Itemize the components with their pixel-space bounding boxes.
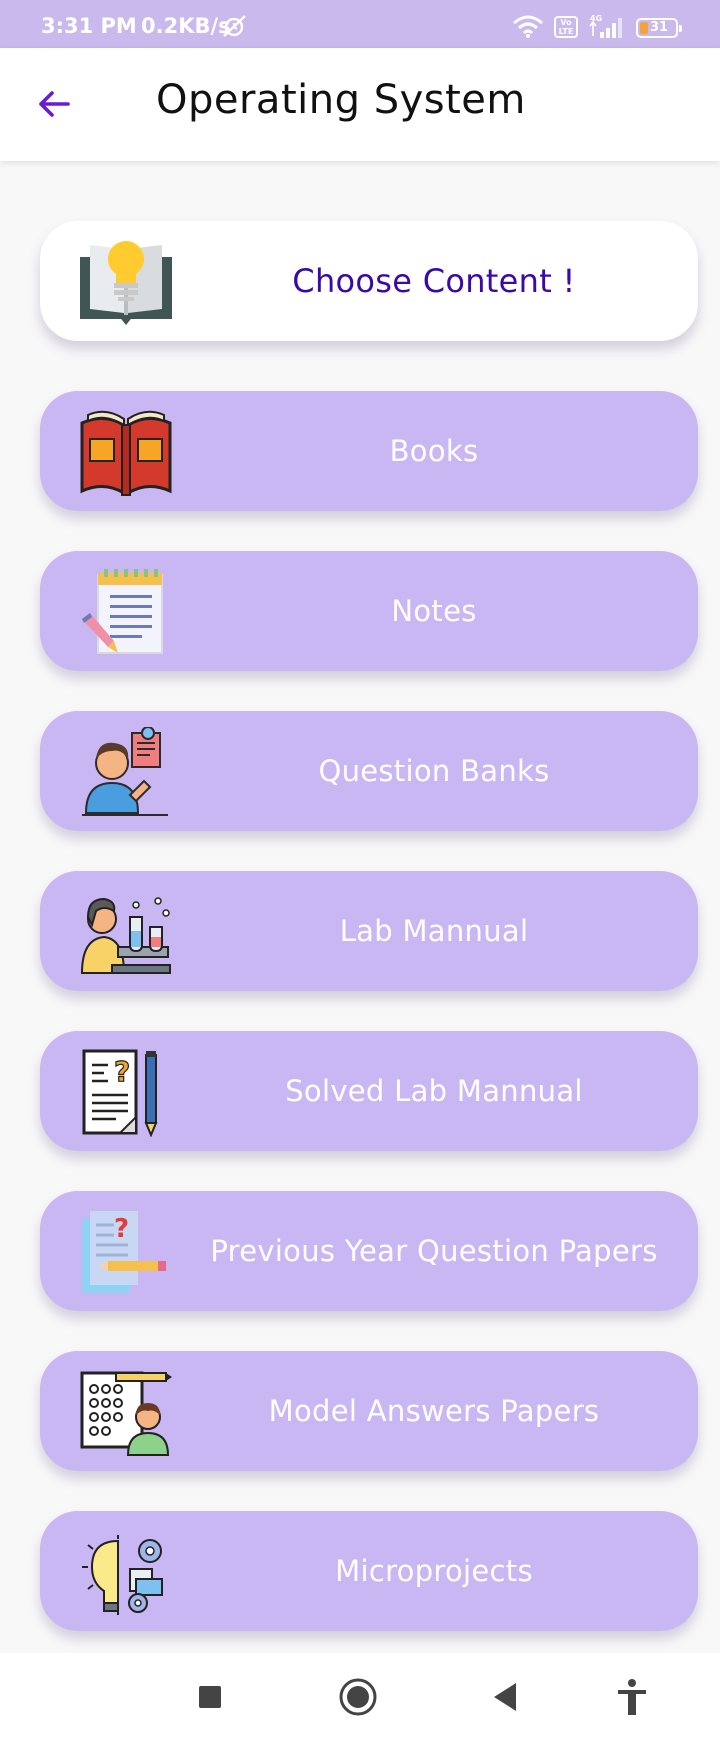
choose-content-card: Choose Content ! — [40, 221, 698, 341]
question-banks-label: Question Banks — [318, 754, 550, 788]
screen: 3:31 PM 0.2KB/s Vo LTE 4G 31 Operating S… — [0, 0, 720, 1741]
lab-scientist-icon — [80, 897, 171, 974]
system-nav-bar — [0, 1653, 720, 1741]
solved-lab-icon: ? — [82, 1049, 158, 1137]
microprojects-icon — [82, 1535, 163, 1615]
solved-lab-mannual-button[interactable]: ? Solved Lab Mannual — [40, 1031, 698, 1151]
wifi-icon — [513, 15, 543, 38]
back-triangle-icon[interactable] — [484, 1675, 528, 1719]
accessibility-icon[interactable] — [610, 1675, 654, 1719]
previous-year-question-papers-button[interactable]: ? Previous Year Question Papers — [40, 1191, 698, 1311]
microprojects-button[interactable]: Microprojects — [40, 1511, 698, 1631]
question-paper-icon: ? — [82, 1211, 166, 1293]
lab-mannual-button[interactable]: Lab Mannual — [40, 871, 698, 991]
svg-text:?: ? — [114, 1214, 129, 1244]
content-list: Choose Content ! Books Notes Question Ba… — [0, 161, 720, 1653]
status-bar: 3:31 PM 0.2KB/s Vo LTE 4G 31 — [0, 0, 720, 48]
lightbulb-book-icon — [80, 241, 172, 325]
recents-icon[interactable] — [188, 1675, 232, 1719]
microprojects-label: Microprojects — [335, 1554, 533, 1588]
app-bar: Operating System — [0, 48, 720, 161]
notes-button[interactable]: Notes — [40, 551, 698, 671]
notes-label: Notes — [391, 594, 477, 628]
model-answers-icon — [80, 1371, 172, 1456]
status-time: 3:31 PM — [41, 14, 137, 38]
lab-mannual-label: Lab Mannual — [339, 914, 529, 948]
battery-percent: 31 — [650, 20, 669, 35]
notepad-icon — [82, 569, 163, 654]
books-icon — [80, 410, 172, 496]
battery-icon: 31 — [636, 18, 682, 38]
model-answers-papers-button[interactable]: Model Answers Papers — [40, 1351, 698, 1471]
page-title: Operating System — [156, 77, 526, 123]
question-bank-icon — [82, 727, 168, 816]
battery-tip — [679, 25, 682, 32]
model-answers-papers-label: Model Answers Papers — [268, 1394, 600, 1428]
solved-lab-mannual-label: Solved Lab Mannual — [285, 1074, 583, 1108]
books-button[interactable]: Books — [40, 391, 698, 511]
home-icon[interactable] — [336, 1675, 380, 1719]
question-banks-button[interactable]: Question Banks — [40, 711, 698, 831]
previous-year-question-papers-label: Previous Year Question Papers — [210, 1234, 658, 1268]
svg-text:?: ? — [114, 1055, 130, 1088]
choose-content-label: Choose Content ! — [292, 262, 576, 300]
books-label: Books — [389, 434, 479, 468]
status-speed: 0.2KB/s — [141, 14, 231, 38]
battery-level — [640, 22, 648, 34]
signal-icon — [589, 18, 622, 38]
back-arrow-icon[interactable] — [32, 80, 80, 128]
alarm-off-icon — [223, 15, 246, 37]
volte-icon: Vo LTE — [554, 16, 578, 38]
